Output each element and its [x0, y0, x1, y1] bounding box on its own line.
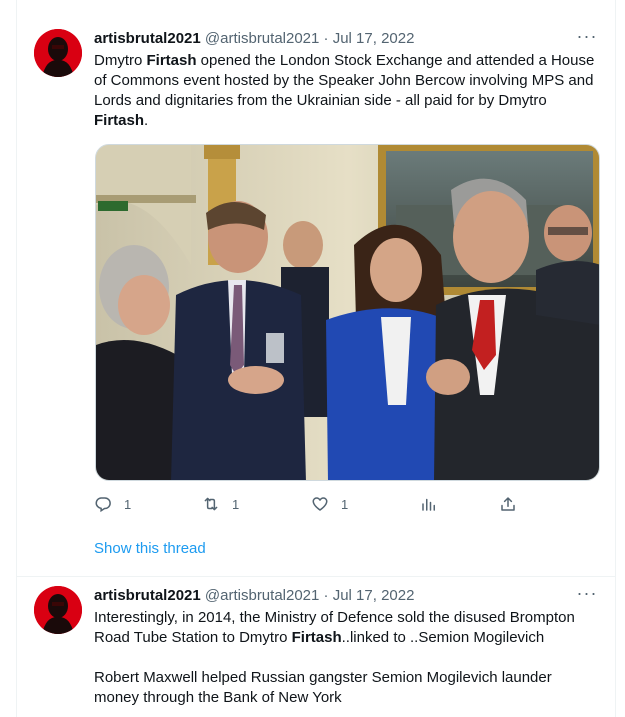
tweet-date[interactable]: Jul 17, 2022	[333, 30, 415, 47]
display-name[interactable]: artisbrutal2021	[94, 30, 201, 47]
reply-icon	[95, 497, 111, 513]
like-count: 1	[341, 496, 349, 512]
tweet-text: Dmytro Firtash opened the London Stock E…	[94, 51, 599, 131]
highlighted-keyword: Firtash	[94, 112, 145, 129]
handle[interactable]: @artisbrutal2021	[205, 587, 319, 604]
retweet-button[interactable]: 1	[202, 492, 239, 516]
tweet-header: artisbrutal2021 @artisbrutal2021 · Jul 1…	[94, 585, 414, 607]
tweet-text: Interestingly, in 2014, the Ministry of …	[94, 608, 599, 708]
analytics-icon	[422, 498, 435, 511]
reply-count: 1	[124, 496, 132, 512]
tweet[interactable]: artisbrutal2021 @artisbrutal2021 · Jul 1…	[17, 16, 615, 577]
analytics-button[interactable]	[420, 492, 438, 516]
avatar-image	[34, 586, 82, 634]
avatar[interactable]	[34, 586, 82, 634]
text-segment: Dmytro	[94, 52, 147, 69]
show-thread-link[interactable]: Show this thread	[94, 539, 206, 559]
display-name[interactable]: artisbrutal2021	[94, 587, 201, 604]
highlighted-keyword: Firtash	[291, 629, 342, 646]
tweet-header: artisbrutal2021 @artisbrutal2021 · Jul 1…	[94, 28, 414, 50]
retweet-count: 1	[232, 496, 240, 512]
avatar-image	[34, 29, 82, 77]
more-options-icon[interactable]: ···	[575, 584, 599, 607]
reply-button[interactable]: 1	[94, 492, 131, 516]
tweet[interactable]: artisbrutal2021 @artisbrutal2021 · Jul 1…	[17, 576, 615, 717]
highlighted-keyword: Firtash	[146, 52, 197, 69]
like-button[interactable]: 1	[311, 492, 348, 516]
text-segment: .	[144, 112, 149, 129]
text-segment: ..linked to ..Semion Mogilevich	[341, 629, 545, 646]
tweet-photo[interactable]	[95, 144, 600, 481]
avatar[interactable]	[34, 29, 82, 77]
share-icon	[501, 497, 515, 511]
tweet-actions: 1 1 1	[94, 492, 524, 516]
tweet-paragraph: Interestingly, in 2014, the Ministry of …	[94, 608, 599, 648]
separator: ·	[323, 587, 329, 604]
retweet-icon	[204, 497, 218, 511]
separator: ·	[323, 30, 329, 47]
heart-icon	[312, 497, 328, 511]
photo-image	[96, 145, 599, 480]
tweet-date[interactable]: Jul 17, 2022	[333, 587, 415, 604]
tweet-paragraph: Robert Maxwell helped Russian gangster S…	[94, 669, 552, 706]
share-button[interactable]	[499, 492, 517, 516]
handle[interactable]: @artisbrutal2021	[205, 30, 319, 47]
more-options-icon[interactable]: ···	[575, 27, 599, 50]
tweet-paragraph: Dmytro Firtash opened the London Stock E…	[94, 51, 599, 131]
